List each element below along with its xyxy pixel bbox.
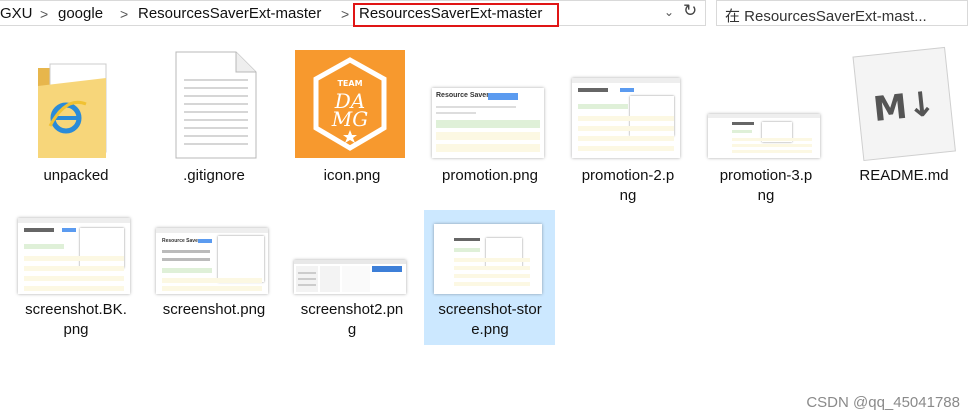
search-input[interactable]: 在 ResourcesSaverExt-mast... (716, 0, 968, 26)
markdown-symbol: M↓ (871, 84, 937, 130)
image-thumbnail (18, 218, 130, 294)
breadcrumb-separator[interactable]: > (341, 6, 349, 22)
image-thumbnail (572, 78, 680, 158)
breadcrumb-separator[interactable]: > (120, 6, 128, 22)
text-file-icon (175, 51, 257, 159)
icon-team-text: TEAM (337, 79, 362, 88)
search-placeholder: 在 ResourcesSaverExt-mast... (725, 8, 927, 25)
image-thumbnail (434, 224, 542, 294)
icon-word2-text: MG (331, 107, 368, 131)
file-item-promotion-3-png[interactable]: promotion-3.p ng (700, 46, 832, 216)
breadcrumb-gxu[interactable]: GXU (0, 5, 33, 23)
file-name-line2: ng (619, 187, 637, 204)
breadcrumb-resourcessaverext[interactable]: ResourcesSaverExt-master (138, 5, 321, 23)
highlight-box (353, 3, 559, 27)
file-name: screenshot2.pn (300, 301, 404, 318)
file-name: .gitignore (183, 167, 245, 184)
breadcrumb-separator[interactable]: > (40, 6, 48, 22)
file-item-screenshot-store-png[interactable]: screenshot-stor e.png (424, 212, 556, 352)
file-item-screenshot-png[interactable]: Resource Saver screenshot.png (148, 212, 280, 332)
file-name: promotion-3.p (719, 167, 813, 184)
folder-icon (38, 63, 107, 158)
chevron-down-icon[interactable]: ⌄ (664, 5, 674, 19)
file-name: promotion-2.p (581, 167, 675, 184)
file-name: unpacked (43, 167, 109, 184)
breadcrumb-google[interactable]: google (58, 5, 103, 23)
refresh-icon[interactable]: ↻ (683, 1, 697, 21)
file-item-promotion-2-png[interactable]: promotion-2.p ng (562, 46, 694, 216)
file-item-unpacked[interactable]: unpacked (10, 46, 142, 196)
address-bar[interactable]: GXU > google > ResourcesSaverExt-master … (0, 0, 706, 27)
file-name-line2: ng (757, 187, 775, 204)
file-name: screenshot.png (162, 301, 266, 318)
file-item-icon-png[interactable]: TEAM DA MG icon.png (286, 46, 418, 196)
file-name-line2: g (347, 321, 357, 338)
image-thumbnail (708, 114, 820, 158)
markdown-file-icon: M↓ (852, 46, 956, 162)
image-thumbnail (294, 260, 406, 294)
image-thumbnail: Resource Saver (432, 88, 544, 158)
thumbnail-title: Resource Saver (436, 92, 489, 99)
file-name-line2: png (63, 321, 89, 338)
watermark: CSDN @qq_45041788 (806, 394, 960, 411)
file-item-readme-md[interactable]: M↓ README.md (838, 46, 970, 196)
file-name: promotion.png (442, 167, 538, 184)
file-name: screenshot.BK. (25, 301, 127, 318)
image-thumbnail: Resource Saver (156, 228, 268, 294)
file-name: README.md (859, 167, 949, 184)
thumbnail-title: Resource Saver (162, 238, 200, 244)
file-item-screenshot2-png[interactable]: screenshot2.pn g (286, 212, 418, 352)
file-name: screenshot-stor (438, 301, 542, 318)
image-thumbnail: TEAM DA MG (295, 50, 405, 158)
file-name: icon.png (323, 167, 381, 184)
file-item-screenshot-bk-png[interactable]: screenshot.BK. png (10, 212, 142, 352)
file-item-promotion-png[interactable]: Resource Saver promotion.png (424, 46, 556, 196)
file-item-gitignore[interactable]: .gitignore (148, 46, 280, 196)
file-name-line2: e.png (471, 321, 509, 338)
